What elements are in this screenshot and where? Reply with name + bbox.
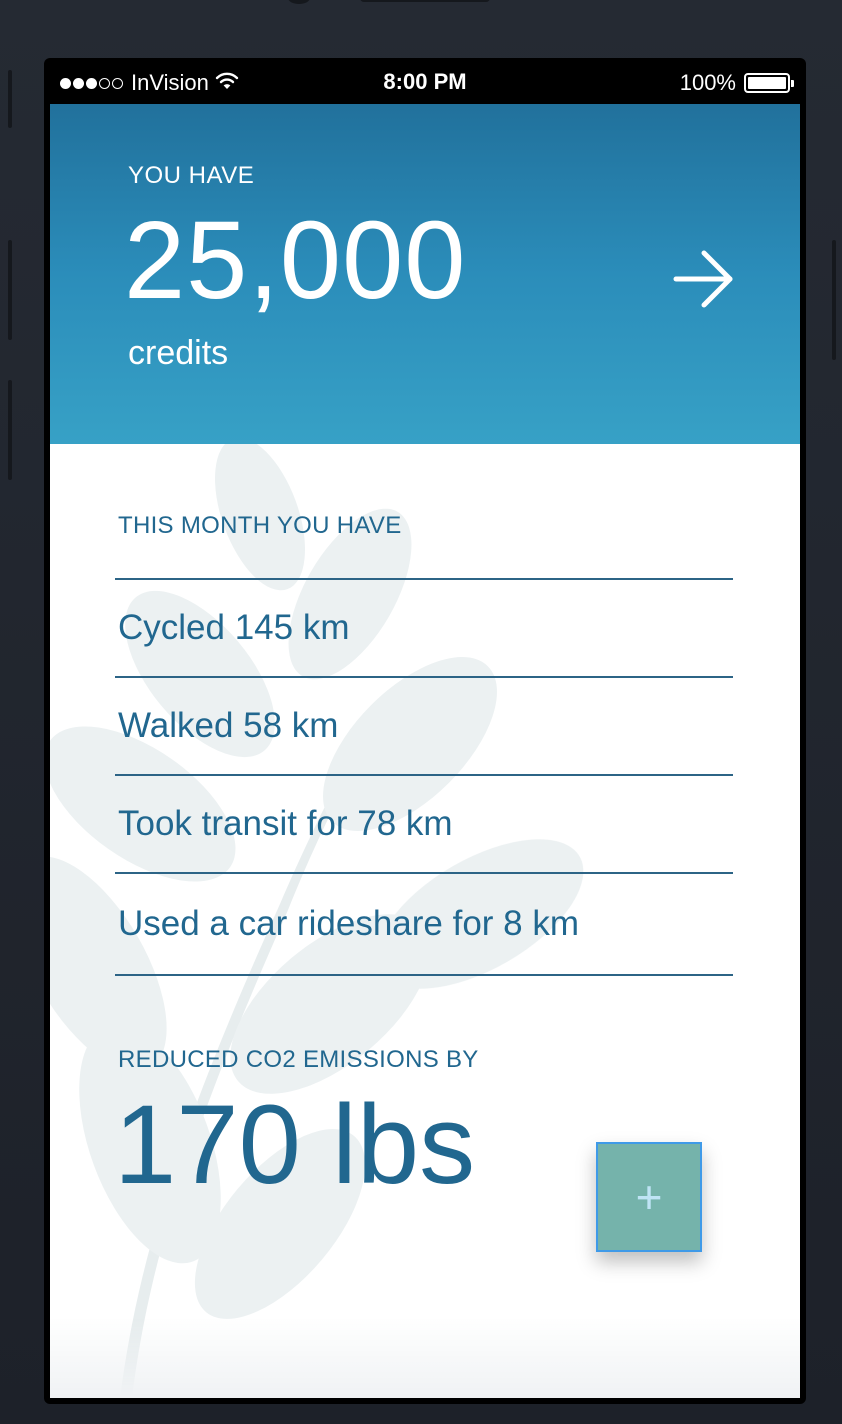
volume-down-button <box>8 380 12 480</box>
plus-icon: + <box>635 1171 663 1223</box>
credits-unit: credits <box>128 334 229 372</box>
monthly-summary: THIS MONTH YOU HAVE Cycled 145 km Walked… <box>50 444 800 1398</box>
emissions-label: REDUCED CO2 EMISSIONS BY <box>118 1046 479 1073</box>
list-item: Cycled 145 km <box>118 608 350 647</box>
add-button[interactable]: + <box>596 1142 702 1252</box>
activity-list: Cycled 145 km Walked 58 km Took transit … <box>115 578 733 976</box>
volume-up-button <box>8 240 12 340</box>
credits-header: YOU HAVE 25,000 credits <box>50 104 800 444</box>
power-button <box>832 240 836 360</box>
list-item: Took transit for 78 km <box>118 804 453 843</box>
credits-label: YOU HAVE <box>128 162 255 189</box>
mute-switch <box>8 70 12 128</box>
camera <box>288 0 310 4</box>
divider <box>115 974 733 976</box>
month-summary-label: THIS MONTH YOU HAVE <box>118 512 402 539</box>
bottom-fade <box>50 1318 800 1398</box>
list-item: Walked 58 km <box>118 706 339 745</box>
list-item: Used a car rideshare for 8 km <box>118 904 580 943</box>
battery-status: 100% <box>679 70 794 96</box>
emissions-value: 170 lbs <box>114 1082 476 1207</box>
status-bar: InVision 8:00 PM 100% <box>50 62 800 104</box>
battery-icon <box>744 73 794 93</box>
speaker <box>360 0 490 2</box>
arrow-right-icon[interactable] <box>668 244 738 314</box>
battery-percent: 100% <box>679 70 736 95</box>
credits-amount: 25,000 <box>124 199 467 322</box>
